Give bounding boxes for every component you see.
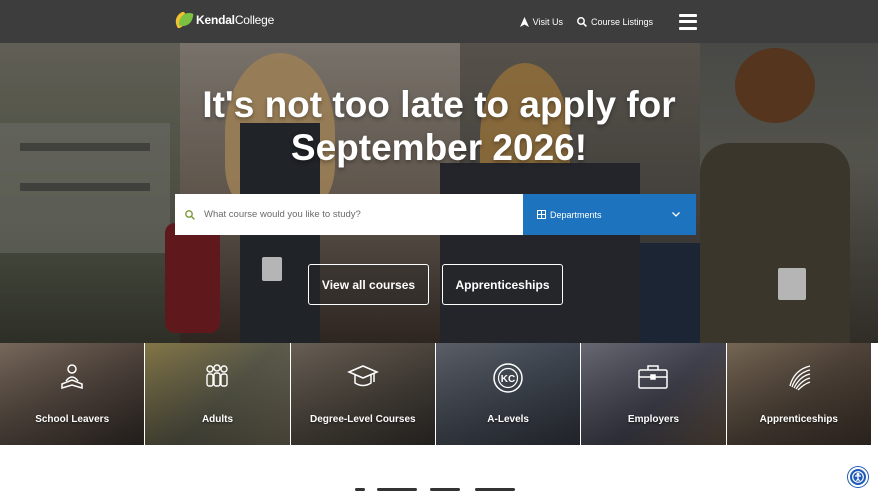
departments-dropdown[interactable]: Departments (523, 194, 696, 235)
tile-degree-level-courses[interactable]: Degree-Level Courses (290, 343, 435, 445)
kc-sixth-badge-icon: KC (493, 363, 523, 393)
hero-title-line1: It's not too late to apply for (202, 84, 676, 125)
swirl-icon (789, 365, 811, 391)
graduation-cap-icon (346, 365, 379, 387)
logo-leaf-icon (172, 10, 194, 29)
tile-label: Adults (201, 414, 234, 425)
header-nav: Visit Us Course Listings (519, 0, 697, 43)
departments-label: Departments (550, 209, 602, 220)
tile-label: Degree-Level Courses (310, 414, 416, 425)
nav-visit-us-label: Visit Us (532, 16, 563, 27)
tile-employers[interactable]: Employers (581, 343, 726, 445)
grid-icon (537, 210, 546, 219)
reading-student-icon (61, 364, 83, 390)
chevron-down-icon (672, 212, 680, 217)
tile-apprenticeships[interactable]: Apprenticeships (726, 343, 871, 445)
course-search-input[interactable] (204, 209, 504, 220)
people-group-icon (206, 364, 229, 387)
tile-school-leavers[interactable]: School Leavers (0, 343, 145, 445)
location-arrow-icon (519, 16, 529, 27)
view-all-courses-button[interactable]: View all courses (308, 264, 429, 305)
site-logo[interactable]: KendalCollege (172, 10, 275, 29)
tile-a-levels[interactable]: KC A-Levels (435, 343, 581, 445)
search-icon (185, 209, 195, 220)
logo-text: KendalCollege (196, 12, 275, 27)
section-heading-cutoff (355, 488, 525, 494)
apprenticeships-button[interactable]: Apprenticeships (442, 264, 563, 305)
hamburger-menu-icon[interactable] (679, 13, 697, 30)
nav-visit-us[interactable]: Visit Us (519, 16, 563, 27)
kc-badge-text: KC (501, 374, 515, 385)
search-icon (577, 16, 587, 27)
tile-label: Apprenticeships (759, 414, 838, 425)
accessibility-icon (852, 471, 864, 483)
course-search-box[interactable] (175, 194, 523, 235)
accessibility-button[interactable] (848, 467, 868, 487)
tile-label: Employers (627, 414, 680, 425)
site-header: KendalCollege Visit Us Course Listings (0, 0, 878, 43)
hero-banner: It's not too late to apply for September… (0, 43, 878, 343)
apprenticeships-label: Apprenticeships (455, 277, 550, 292)
view-all-courses-label: View all courses (321, 277, 416, 292)
tile-adults[interactable]: Adults (145, 343, 290, 445)
briefcase-icon (638, 365, 669, 389)
nav-course-listings[interactable]: Course Listings (577, 17, 653, 27)
tile-label: A-Levels (487, 414, 529, 425)
course-search-bar: Departments (175, 194, 696, 235)
hero-title-line2: September 2026! (290, 127, 588, 168)
tile-label: School Leavers (35, 414, 110, 425)
audience-tiles: School Leavers Adults Degree-Level Cours… (0, 343, 871, 445)
nav-course-listings-label: Course Listings (590, 16, 653, 27)
hero-title: It's not too late to apply for September… (0, 83, 878, 169)
